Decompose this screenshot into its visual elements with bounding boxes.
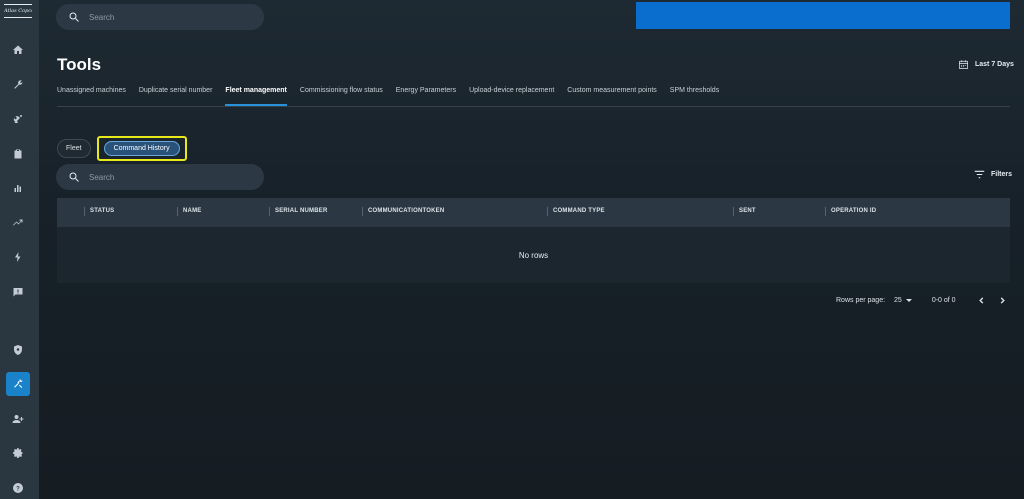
rows-per-page-select[interactable]: 25 [894, 297, 912, 304]
column-command-type[interactable]: COMMAND TYPE [547, 207, 605, 216]
date-range-button[interactable]: Last 7 Days [958, 59, 1014, 70]
satellite-dish-icon[interactable] [6, 107, 30, 131]
search-icon [69, 12, 79, 22]
clipboard-icon[interactable] [6, 142, 30, 166]
page-title: Tools [57, 55, 102, 74]
gear-icon[interactable] [6, 441, 30, 465]
global-search[interactable] [56, 4, 264, 30]
tab-spm-thresholds[interactable]: SPM thresholds [670, 82, 719, 106]
search-icon [69, 172, 79, 182]
tab-upload-device-replacement[interactable]: Upload-device replacement [469, 82, 554, 106]
add-user-icon[interactable] [6, 407, 30, 431]
column-status[interactable]: STATUS [84, 207, 114, 216]
column-sent[interactable]: SENT [733, 207, 756, 216]
rows-per-page-label: Rows per page: [836, 296, 886, 304]
next-page-button[interactable] [996, 293, 1010, 307]
command-history-highlight: Command History [96, 136, 187, 161]
column-communication-token[interactable]: COMMUNICATIONTOKEN [362, 207, 444, 216]
command-history-chip[interactable]: Command History [103, 141, 180, 156]
wrench-icon[interactable] [6, 73, 30, 97]
brand-logo[interactable]: Atlas Copco [4, 4, 32, 18]
tab-commissioning-flow-status[interactable]: Commissioning flow status [300, 82, 383, 106]
tab-energy-parameters[interactable]: Energy Parameters [396, 82, 456, 106]
tab-custom-measurement-points[interactable]: Custom measurement points [567, 82, 656, 106]
tab-bar: Unassigned machines Duplicate serial num… [57, 82, 1010, 107]
help-icon[interactable]: ? [6, 476, 30, 499]
top-banner [636, 2, 1010, 29]
view-toggle: Fleet Command History [57, 136, 187, 161]
bar-chart-icon[interactable] [6, 176, 30, 200]
chevron-left-icon [979, 296, 984, 304]
svg-text:?: ? [16, 486, 20, 492]
date-range-label: Last 7 Days [975, 61, 1014, 68]
caret-down-icon [905, 298, 912, 302]
global-search-input[interactable] [89, 12, 249, 22]
shield-settings-icon[interactable] [6, 338, 30, 362]
table-search-input[interactable] [89, 172, 249, 182]
tab-unassigned-machines[interactable]: Unassigned machines [57, 82, 126, 106]
table-body: No rows [57, 227, 1010, 283]
sidebar: Atlas Copco ? [0, 0, 39, 499]
home-icon[interactable] [6, 38, 30, 62]
tab-fleet-management[interactable]: Fleet management [225, 82, 287, 106]
command-history-table: STATUS NAME SERIAL NUMBER COMMUNICATIONT… [57, 198, 1010, 283]
tools-icon[interactable] [6, 372, 30, 396]
fleet-chip[interactable]: Fleet [57, 139, 91, 158]
table-search[interactable] [56, 164, 264, 190]
calendar-icon [959, 60, 968, 69]
lightning-icon[interactable] [6, 245, 30, 269]
trending-up-icon[interactable] [6, 211, 30, 235]
pagination: Rows per page: 25 0-0 of 0 [836, 293, 1010, 307]
empty-state-text: No rows [518, 250, 549, 260]
pagination-range: 0-0 of 0 [931, 296, 956, 304]
column-name[interactable]: NAME [177, 207, 201, 216]
column-serial-number[interactable]: SERIAL NUMBER [269, 207, 328, 216]
rows-per-page-value: 25 [894, 296, 902, 304]
filter-icon [974, 170, 985, 179]
table-header: STATUS NAME SERIAL NUMBER COMMUNICATIONT… [57, 198, 1010, 227]
tab-duplicate-serial-number[interactable]: Duplicate serial number [139, 82, 213, 106]
filters-label: Filters [991, 171, 1013, 178]
message-alert-icon[interactable] [6, 280, 30, 304]
filters-button[interactable]: Filters [974, 170, 1012, 179]
chevron-right-icon [1000, 296, 1005, 304]
previous-page-button[interactable] [975, 293, 989, 307]
column-operation-id[interactable]: OPERATION ID [825, 207, 876, 216]
